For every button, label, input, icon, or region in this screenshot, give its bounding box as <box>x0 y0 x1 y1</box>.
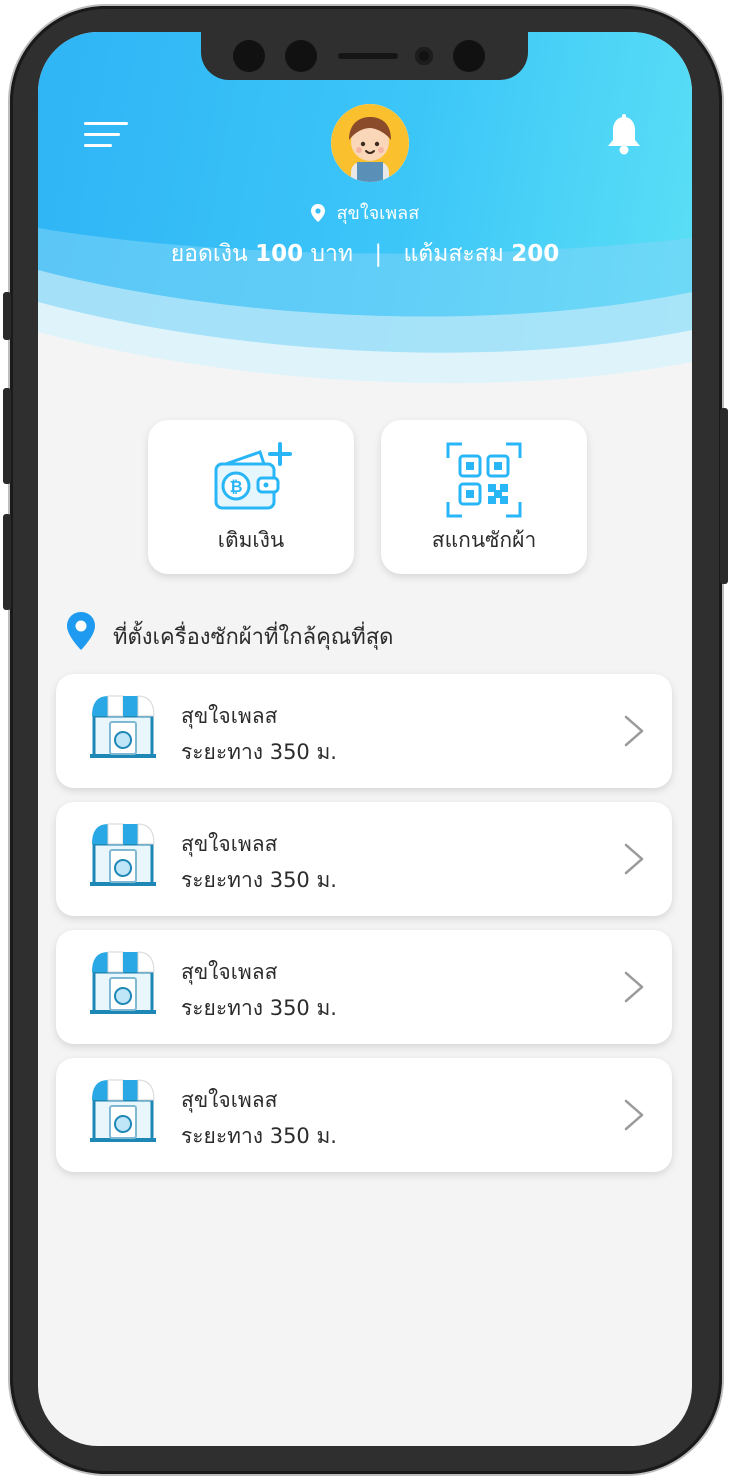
chevron-right-icon <box>624 715 644 747</box>
qr-scan-icon <box>446 442 522 518</box>
scan-wash-label: สแกนซักผ้า <box>431 528 537 552</box>
points-label: แต้มสะสม <box>403 241 504 267</box>
wallet-topup-icon: ₿ <box>214 442 292 510</box>
laundry-shop-icon <box>90 695 156 758</box>
location-name: สุขใจเพลส <box>336 203 420 224</box>
phone-side-button <box>3 292 11 340</box>
location-pin-icon <box>67 612 95 650</box>
balance-label: ยอดเงิน <box>170 241 248 267</box>
divider: | <box>374 241 383 267</box>
shop-distance: ระยะทาง 350 ม. <box>181 740 337 764</box>
phone-volume-up-button <box>3 388 11 484</box>
nearby-title-text: ที่ตั้งเครื่องซักผ้าที่ใกล้คุณที่สุด <box>113 625 394 650</box>
phone-notch <box>201 32 528 80</box>
current-location: สุขใจเพลส <box>38 198 692 227</box>
shop-distance: ระยะทาง 350 ม. <box>181 868 337 892</box>
laundry-shop-icon <box>90 1079 156 1142</box>
nearby-section-title: ที่ตั้งเครื่องซักผ้าที่ใกล้คุณที่สุด <box>66 612 393 654</box>
shop-name: สุขใจเพลส <box>181 960 278 984</box>
shop-distance: ระยะทาง 350 ม. <box>181 996 337 1020</box>
balance-value: 100 <box>255 241 304 267</box>
chevron-right-icon <box>624 971 644 1003</box>
shop-name: สุขใจเพลส <box>181 832 278 856</box>
location-pin-icon <box>310 204 325 222</box>
laundry-shop-icon <box>90 951 156 1014</box>
menu-icon[interactable] <box>84 122 130 152</box>
svg-text:₿: ₿ <box>229 477 242 496</box>
phone-power-button <box>720 408 728 584</box>
shop-name: สุขใจเพลส <box>181 1088 278 1112</box>
chevron-right-icon <box>624 843 644 875</box>
chevron-right-icon <box>624 1099 644 1131</box>
shop-card-3[interactable]: สุขใจเพลส ระยะทาง 350 ม. <box>56 930 672 1044</box>
scan-wash-button[interactable]: สแกนซักผ้า <box>381 420 587 574</box>
app-screen: สุขใจเพลส ยอดเงิน 100 บาท | แต้มสะสม 200… <box>38 32 692 1446</box>
shop-card-4[interactable]: สุขใจเพลส ระยะทาง 350 ม. <box>56 1058 672 1172</box>
shop-card-2[interactable]: สุขใจเพลส ระยะทาง 350 ม. <box>56 802 672 916</box>
phone-volume-down-button <box>3 514 11 610</box>
shop-name: สุขใจเพลส <box>181 704 278 728</box>
balance-summary: ยอดเงิน 100 บาท | แต้มสะสม 200 <box>38 236 692 272</box>
laundry-shop-icon <box>90 823 156 886</box>
shop-distance: ระยะทาง 350 ม. <box>181 1124 337 1148</box>
topup-label: เติมเงิน <box>217 528 285 552</box>
topup-button[interactable]: ₿ เติมเงิน <box>148 420 354 574</box>
shop-card-1[interactable]: สุขใจเพลส ระยะทาง 350 ม. <box>56 674 672 788</box>
points-value: 200 <box>511 241 560 267</box>
avatar[interactable] <box>331 104 409 182</box>
bell-icon[interactable] <box>604 114 644 156</box>
balance-unit: บาท <box>310 241 354 267</box>
